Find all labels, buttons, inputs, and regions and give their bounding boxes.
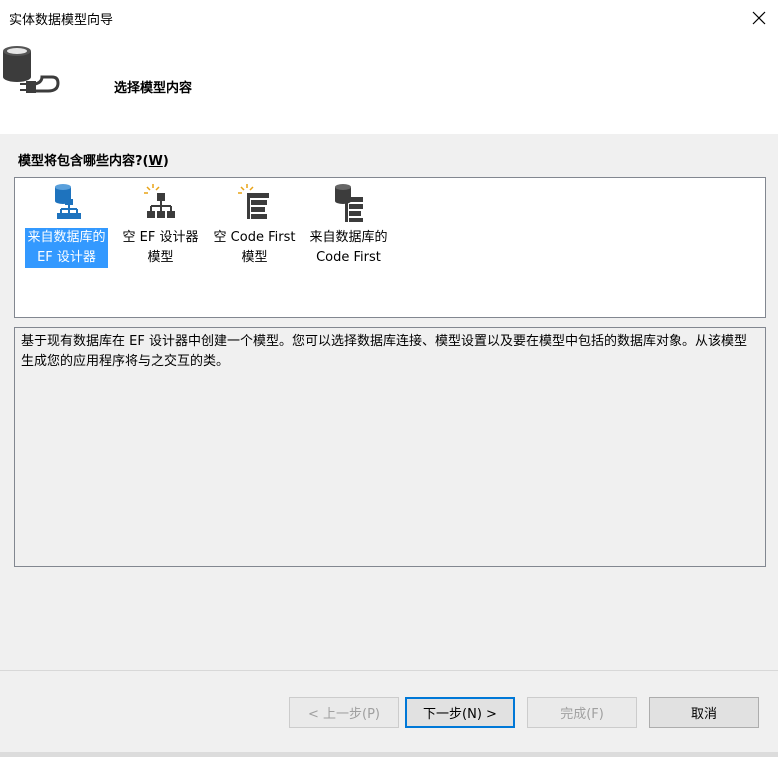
description-text: 基于现有数据库在 EF 设计器中创建一个模型。您可以选择数据库连接、模型设置以及…	[21, 334, 747, 369]
title-bar: 实体数据模型向导	[0, 0, 778, 36]
item-label: 空 EF 设计器 模型	[122, 230, 199, 265]
empty-hierarchy-icon	[143, 184, 175, 218]
item-label: 来自数据库的 Code First	[309, 230, 388, 265]
window-title: 实体数据模型向导	[9, 13, 114, 28]
item-label: 空 Code First 模型	[213, 230, 296, 265]
description-panel: 基于现有数据库在 EF 设计器中创建一个模型。您可以选择数据库连接、模型设置以及…	[14, 327, 766, 567]
close-icon[interactable]	[749, 8, 769, 28]
database-hierarchy-icon	[54, 184, 81, 219]
previous-button[interactable]: < 上一步(P)	[289, 697, 399, 728]
wizard-header: 选择模型内容	[0, 36, 778, 134]
list-item-empty-ef-designer[interactable]: 空 EF 设计器 模型	[113, 183, 208, 268]
bottom-edge	[0, 752, 778, 757]
model-contents-prompt: 模型将包含哪些内容?(W)	[18, 150, 169, 169]
item-label: 来自数据库的 EF 设计器	[25, 228, 108, 268]
prompt-close: )	[162, 154, 169, 169]
next-button[interactable]: 下一步(N) >	[405, 697, 515, 728]
list-item-ef-designer-from-database[interactable]: 来自数据库的 EF 设计器	[19, 183, 114, 268]
database-code-first-icon	[334, 184, 363, 222]
prompt-mnemonic: W	[148, 154, 163, 169]
database-plug-icon	[0, 41, 66, 99]
page-title: 选择模型内容	[114, 81, 193, 96]
model-type-list[interactable]: 来自数据库的 EF 设计器 空 EF 设计器 模型 空 Code First 模…	[14, 177, 766, 318]
list-item-empty-code-first[interactable]: 空 Code First 模型	[207, 183, 302, 268]
cancel-button[interactable]: 取消	[649, 697, 759, 728]
list-item-code-first-from-database[interactable]: 来自数据库的 Code First	[301, 183, 396, 268]
prompt-label: 模型将包含哪些内容?(	[18, 154, 149, 169]
empty-code-first-icon	[237, 184, 269, 219]
footer-divider	[0, 670, 778, 671]
finish-button[interactable]: 完成(F)	[527, 697, 637, 728]
